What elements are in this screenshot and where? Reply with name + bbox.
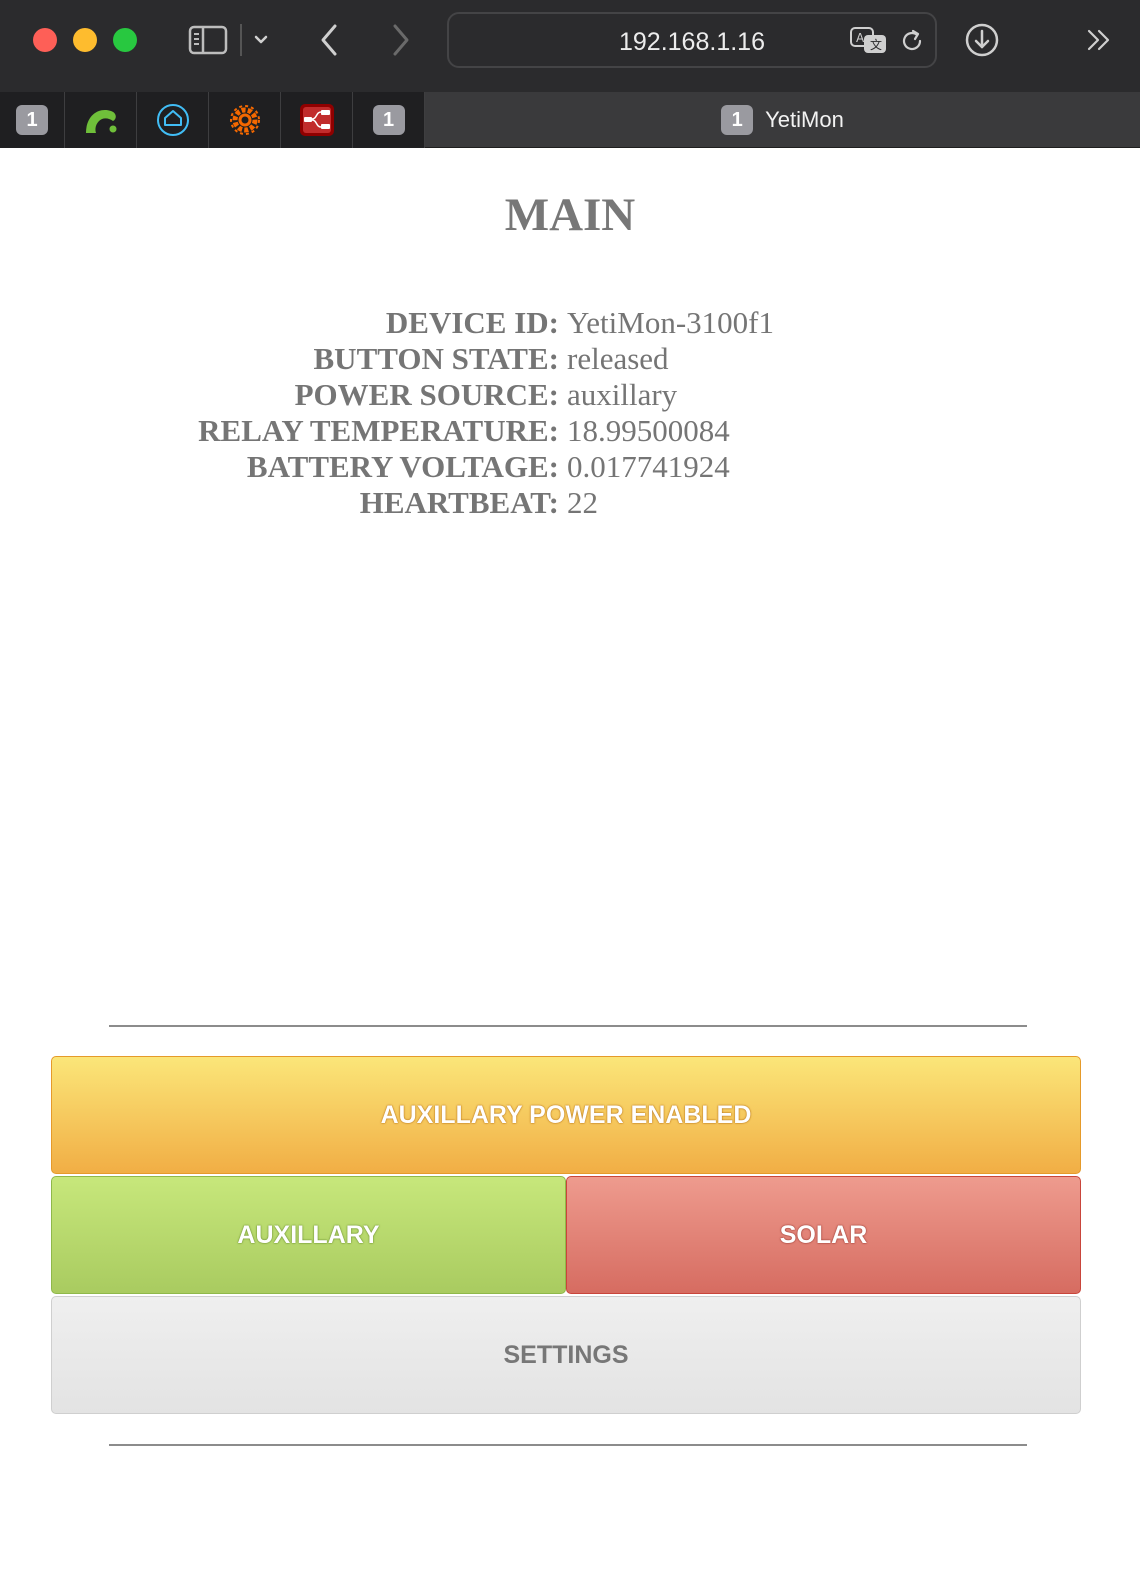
svg-text:文: 文: [870, 37, 882, 52]
browser-toolbar: 192.168.1.16 A文: [0, 0, 1140, 92]
device-info-list: DEVICE ID: YetiMon-3100f1 BUTTON STATE: …: [0, 305, 1140, 521]
home-assistant-icon: [156, 104, 189, 136]
info-value: 18.99500084: [567, 413, 730, 448]
translate-icon[interactable]: A文: [849, 26, 889, 56]
info-label: RELAY TEMPERATURE:: [198, 413, 559, 448]
reload-icon[interactable]: [897, 26, 927, 56]
solar-button[interactable]: SOLAR: [566, 1176, 1081, 1294]
info-row-button-state: BUTTON STATE: released: [0, 341, 1140, 377]
info-label: BUTTON STATE:: [313, 341, 560, 376]
back-arrow-icon[interactable]: [312, 20, 346, 60]
more-tabs-chevron-icon[interactable]: [1080, 24, 1120, 56]
info-label: HEARTBEAT:: [359, 485, 559, 520]
auxillary-button[interactable]: AUXILLARY: [51, 1176, 566, 1294]
chevron-down-icon[interactable]: [250, 28, 272, 52]
divider-bottom: [109, 1444, 1027, 1446]
tab-badge-icon: 1: [16, 105, 48, 135]
info-label: BATTERY VOLTAGE:: [246, 449, 559, 484]
info-value: auxillary: [567, 377, 678, 412]
info-value: 0.017741924: [567, 449, 730, 484]
svg-text:A: A: [856, 31, 865, 45]
green-arc-icon: [85, 109, 116, 133]
info-value: 22: [567, 485, 598, 520]
info-label: DEVICE ID:: [385, 305, 559, 340]
info-label: POWER SOURCE:: [294, 377, 559, 412]
info-row-relay-temperature: RELAY TEMPERATURE: 18.99500084: [0, 413, 1140, 449]
pinned-tab-4[interactable]: [209, 92, 281, 148]
active-tab-title: YetiMon: [765, 107, 844, 132]
sidebar-toggle-icon[interactable]: [186, 22, 230, 58]
node-red-icon: [299, 104, 334, 136]
pinned-tab-3[interactable]: [137, 92, 209, 148]
pinned-tab-2[interactable]: [65, 92, 137, 148]
auxillary-power-status-button[interactable]: AUXILLARY POWER ENABLED: [51, 1056, 1081, 1174]
forward-arrow-icon[interactable]: [384, 20, 418, 60]
zoom-window-button[interactable]: [113, 28, 137, 52]
grafana-icon: [229, 105, 260, 135]
info-row-heartbeat: HEARTBEAT: 22: [0, 485, 1140, 521]
info-row-power-source: POWER SOURCE: auxillary: [0, 377, 1140, 413]
pinned-tab-5[interactable]: [281, 92, 353, 148]
toolbar-separator: [240, 24, 242, 56]
info-row-device-id: DEVICE ID: YetiMon-3100f1: [0, 305, 1140, 341]
close-window-button[interactable]: [33, 28, 57, 52]
downloads-icon[interactable]: [962, 20, 1002, 60]
info-value: YetiMon-3100f1: [567, 305, 774, 340]
divider-top: [109, 1025, 1027, 1027]
active-tab[interactable]: 1 YetiMon: [425, 92, 1140, 148]
pinned-tab-6[interactable]: 1: [353, 92, 425, 148]
minimize-window-button[interactable]: [73, 28, 97, 52]
tab-badge-icon: 1: [372, 105, 405, 135]
tab-bar: 1 1 1 YetiMon: [0, 92, 1140, 148]
settings-button[interactable]: SETTINGS: [51, 1296, 1081, 1414]
pinned-tab-1[interactable]: 1: [0, 92, 65, 148]
info-row-battery-voltage: BATTERY VOLTAGE: 0.017741924: [0, 449, 1140, 485]
info-value: released: [567, 341, 669, 376]
address-bar[interactable]: 192.168.1.16 A文: [447, 12, 937, 68]
page-title: MAIN: [504, 189, 636, 241]
tab-badge-icon: 1: [721, 105, 754, 135]
